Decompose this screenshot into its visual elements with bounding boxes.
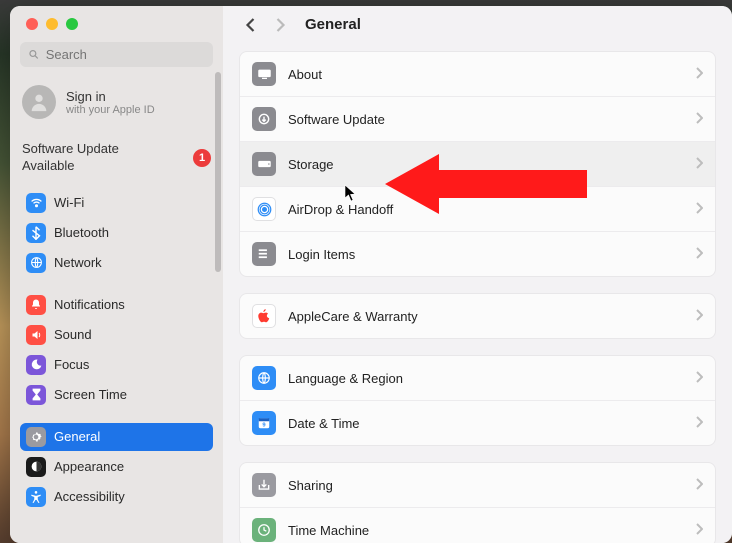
sidebar-item-label: Accessibility (54, 489, 125, 504)
storage-icon (252, 152, 276, 176)
chevron-right-icon (695, 157, 703, 172)
row-label: About (288, 67, 322, 82)
update-label: Software Update Available (22, 141, 162, 175)
avatar (22, 85, 56, 119)
sign-in-subtitle: with your Apple ID (66, 104, 155, 116)
network-icon (26, 253, 46, 273)
hourglass-icon (26, 385, 46, 405)
chevron-right-icon (695, 202, 703, 217)
settings-window: Sign in with your Apple ID Software Upda… (10, 6, 732, 543)
row-label: Software Update (288, 112, 385, 127)
sidebar-item-label: Notifications (54, 297, 125, 312)
accessibility-icon (26, 487, 46, 507)
chevron-right-icon (695, 112, 703, 127)
wifi-icon (26, 193, 46, 213)
search-input[interactable] (46, 47, 205, 62)
sidebar: Sign in with your Apple ID Software Upda… (10, 6, 223, 543)
chevron-right-icon (695, 478, 703, 493)
login-icon (252, 242, 276, 266)
sidebar-item-label: Bluetooth (54, 225, 109, 240)
bluetooth-icon (26, 223, 46, 243)
sidebar-item-label: Focus (54, 357, 89, 372)
sidebar-item-label: General (54, 429, 100, 444)
sidebar-item-appearance[interactable]: Appearance (20, 453, 213, 481)
window-controls (20, 14, 213, 42)
chevron-right-icon (695, 416, 703, 431)
row-label: Language & Region (288, 371, 403, 386)
settings-panel: About Software Update Storage AirDrop & Han… (239, 51, 716, 277)
chevron-right-icon (695, 371, 703, 386)
row-label: AppleCare & Warranty (288, 309, 418, 324)
sharing-icon (252, 473, 276, 497)
language-icon (252, 366, 276, 390)
date-icon: 9 (252, 411, 276, 435)
sign-in-row[interactable]: Sign in with your Apple ID (20, 81, 213, 133)
minimize-button[interactable] (46, 18, 58, 30)
timemachine-icon (252, 518, 276, 542)
row-label: Sharing (288, 478, 333, 493)
sidebar-item-network[interactable]: Network (20, 249, 213, 277)
row-label: Storage (288, 157, 334, 172)
row-language-region[interactable]: Language & Region (240, 356, 715, 401)
scrollbar-thumb[interactable] (215, 72, 221, 272)
sidebar-item-wi-fi[interactable]: Wi-Fi (20, 189, 213, 217)
update-icon (252, 107, 276, 131)
focus-icon (26, 355, 46, 375)
row-date-time[interactable]: 9 Date & Time (240, 401, 715, 445)
sidebar-item-focus[interactable]: Focus (20, 351, 213, 379)
forward-button[interactable] (271, 17, 289, 33)
row-label: Time Machine (288, 523, 369, 538)
chevron-right-icon (695, 67, 703, 82)
appearance-icon (26, 457, 46, 477)
row-label: Date & Time (288, 416, 360, 431)
settings-panel: Sharing Time Machine (239, 462, 716, 543)
close-button[interactable] (26, 18, 38, 30)
sidebar-item-screen-time[interactable]: Screen Time (20, 381, 213, 409)
row-label: AirDrop & Handoff (288, 202, 393, 217)
toolbar: General (223, 6, 732, 51)
settings-panel: AppleCare & Warranty (239, 293, 716, 339)
row-login-items[interactable]: Login Items (240, 232, 715, 276)
content-pane: General About Software Update Storage AirDr… (223, 6, 732, 543)
sidebar-item-sound[interactable]: Sound (20, 321, 213, 349)
chevron-right-icon (695, 247, 703, 262)
row-storage[interactable]: Storage (240, 142, 715, 187)
search-icon (28, 48, 40, 61)
sidebar-item-label: Appearance (54, 459, 124, 474)
page-title: General (305, 16, 361, 33)
sidebar-item-label: Network (54, 255, 102, 270)
row-label: Login Items (288, 247, 355, 262)
chevron-right-icon (695, 309, 703, 324)
back-button[interactable] (241, 17, 259, 33)
sidebar-item-label: Sound (54, 327, 92, 342)
applecare-icon (252, 304, 276, 328)
sidebar-item-bluetooth[interactable]: Bluetooth (20, 219, 213, 247)
sidebar-list: Wi-Fi Bluetooth Network Notifications Sound F… (20, 189, 213, 543)
row-applecare-warranty[interactable]: AppleCare & Warranty (240, 294, 715, 338)
panels-host: About Software Update Storage AirDrop & Han… (223, 51, 732, 543)
zoom-button[interactable] (66, 18, 78, 30)
gear-icon (26, 427, 46, 447)
bell-icon (26, 295, 46, 315)
sidebar-item-accessibility[interactable]: Accessibility (20, 483, 213, 511)
search-field[interactable] (20, 42, 213, 67)
row-time-machine[interactable]: Time Machine (240, 508, 715, 543)
about-icon (252, 62, 276, 86)
chevron-right-icon (695, 523, 703, 538)
sign-in-title: Sign in (66, 89, 155, 104)
sidebar-item-label: Wi-Fi (54, 195, 84, 210)
row-software-update[interactable]: Software Update (240, 97, 715, 142)
software-update-notice[interactable]: Software Update Available 1 (20, 133, 213, 189)
airdrop-icon (252, 197, 276, 221)
row-sharing[interactable]: Sharing (240, 463, 715, 508)
sidebar-item-general[interactable]: General (20, 423, 213, 451)
row-about[interactable]: About (240, 52, 715, 97)
row-airdrop-handoff[interactable]: AirDrop & Handoff (240, 187, 715, 232)
sidebar-item-label: Screen Time (54, 387, 127, 402)
sound-icon (26, 325, 46, 345)
settings-panel: Language & Region 9 Date & Time (239, 355, 716, 446)
sidebar-item-notifications[interactable]: Notifications (20, 291, 213, 319)
update-badge: 1 (193, 149, 211, 167)
